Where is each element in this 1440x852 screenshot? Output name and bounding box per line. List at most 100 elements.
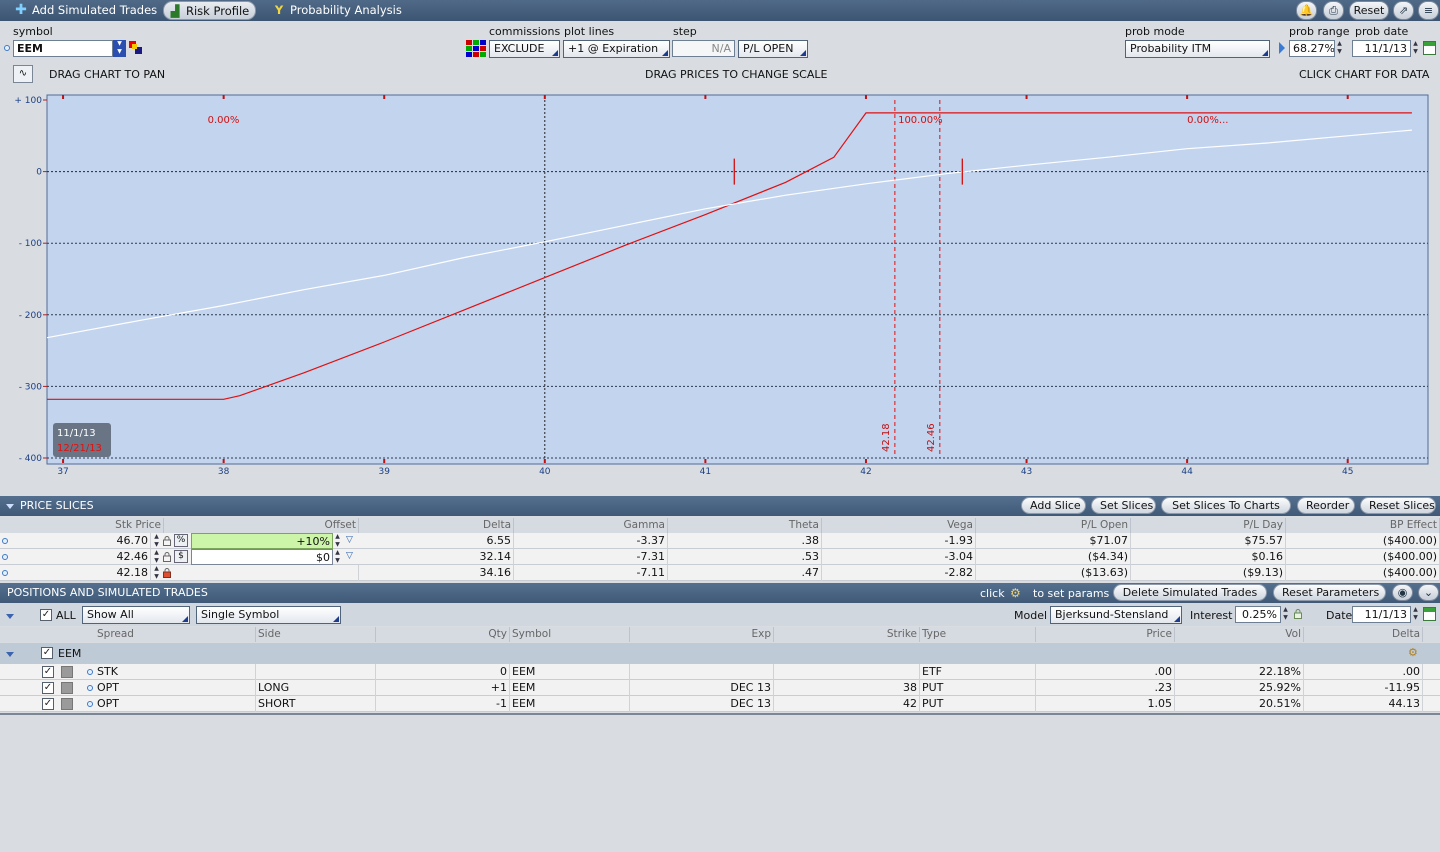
col-qty[interactable]: Qty xyxy=(376,627,510,642)
pos-qty[interactable]: +1 xyxy=(376,680,510,696)
row-checkbox[interactable]: ✓ xyxy=(42,682,54,694)
date-input[interactable]: 11/1/13 xyxy=(1352,606,1411,623)
wrench-icon[interactable]: ⚙ xyxy=(1010,586,1021,600)
col-bp-effect[interactable]: BP Effect xyxy=(1286,518,1440,533)
pos-price[interactable]: 1.05 xyxy=(1036,696,1175,712)
collapse-caret-icon[interactable] xyxy=(6,503,14,509)
pos-qty[interactable]: -1 xyxy=(376,696,510,712)
print-icon[interactable]: ⎙ xyxy=(1323,1,1344,20)
interest-spinner[interactable]: ▲ ▼ xyxy=(1281,606,1290,623)
position-row[interactable]: ✓ OPT LONG +1 EEM DEC 13 38 PUT .23 25.9… xyxy=(0,680,1440,696)
row-color-square[interactable] xyxy=(61,666,73,678)
slice-stk-price[interactable]: 42.46 xyxy=(10,549,151,565)
menu-icon[interactable]: ≡ xyxy=(1418,1,1439,20)
positions-collapse-icon[interactable] xyxy=(6,614,14,619)
col-spread[interactable]: Spread xyxy=(95,627,256,642)
prob-date-spinner[interactable]: ▲ ▼ xyxy=(1411,40,1420,57)
row-link-dot[interactable] xyxy=(87,701,93,707)
chart-type-icon[interactable]: ∿ xyxy=(13,65,33,83)
reset-slices-button[interactable]: Reset Slices xyxy=(1360,497,1436,514)
group-collapse-icon[interactable] xyxy=(6,652,14,657)
symbol-color-icon[interactable] xyxy=(129,41,143,55)
reorder-button[interactable]: Reorder xyxy=(1297,497,1355,514)
interest-input[interactable]: 0.25% xyxy=(1235,606,1281,623)
pos-vol[interactable]: 20.51% xyxy=(1175,696,1304,712)
offset-spinner[interactable]: ▲ ▼ xyxy=(333,549,342,566)
pos-vol[interactable]: 25.92% xyxy=(1175,680,1304,696)
symbol-dropdown-icon[interactable]: ▼ ▼ xyxy=(113,40,126,57)
reset-button[interactable]: Reset xyxy=(1349,1,1389,20)
set-slices-to-charts-button[interactable]: Set Slices To Charts xyxy=(1161,497,1291,514)
prob-range-input[interactable]: 68.27% xyxy=(1289,40,1335,57)
expand-arrow-icon[interactable] xyxy=(1279,42,1285,54)
col-price[interactable]: Price xyxy=(1036,627,1175,642)
col-delta[interactable]: Delta xyxy=(1304,627,1423,642)
pos-price[interactable]: .23 xyxy=(1036,680,1175,696)
symbol-input[interactable]: EEM xyxy=(13,40,113,57)
symbol-filter-dropdown[interactable]: Single Symbol xyxy=(196,606,341,624)
date-spinner[interactable]: ▲ ▼ xyxy=(1411,606,1420,623)
row-link-dot[interactable] xyxy=(87,669,93,675)
col-vega[interactable]: Vega xyxy=(822,518,976,533)
slice-row[interactable]: 42.18 ▲ ▼ 34.16 -7.11 .47 -2.82 ($13.63) … xyxy=(0,565,1440,581)
group-checkbox[interactable]: ✓ xyxy=(41,647,53,659)
row-color-square[interactable] xyxy=(61,698,73,710)
position-row[interactable]: ✓ STK 0 EEM ETF .00 22.18% .00 xyxy=(0,664,1440,680)
alert-bell-icon[interactable]: 🔔 xyxy=(1296,1,1317,20)
row-checkbox[interactable]: ✓ xyxy=(42,666,54,678)
slice-offset-input[interactable]: +10% xyxy=(191,533,333,549)
col-delta[interactable]: Delta xyxy=(359,518,514,533)
row-color-square[interactable] xyxy=(61,682,73,694)
add-slice-button[interactable]: Add Slice xyxy=(1021,497,1086,514)
position-row[interactable]: ✓ OPT SHORT -1 EEM DEC 13 42 PUT 1.05 20… xyxy=(0,696,1440,712)
interest-lock-icon[interactable] xyxy=(1294,609,1302,619)
pin-icon[interactable]: ⇗ xyxy=(1393,1,1414,20)
offset-menu-icon[interactable]: ▽ xyxy=(346,535,353,545)
slice-row[interactable]: 46.70 ▲ ▼ % +10% ▲ ▼ ▽ 6.55 -3.37 .38 -1.9… xyxy=(0,533,1440,549)
col-symbol[interactable]: Symbol xyxy=(510,627,630,642)
row-checkbox[interactable]: ✓ xyxy=(42,698,54,710)
offset-menu-icon[interactable]: ▽ xyxy=(346,551,353,561)
delete-simulated-trades-button[interactable]: Delete Simulated Trades xyxy=(1113,584,1267,601)
stk-spinner[interactable]: ▲ ▼ xyxy=(152,549,161,566)
offset-spinner[interactable]: ▲ ▼ xyxy=(333,533,342,550)
prob-date-input[interactable]: 11/1/13 xyxy=(1352,40,1411,57)
expand-down-icon[interactable]: ⌄ xyxy=(1418,584,1439,601)
group-row[interactable]: ✓ EEM ⚙ xyxy=(0,643,1440,664)
camera-icon[interactable]: ◉ xyxy=(1392,584,1413,601)
date-calendar-icon[interactable] xyxy=(1423,607,1436,621)
all-checkbox[interactable]: ✓ xyxy=(40,609,52,621)
symbol-link-dot[interactable] xyxy=(4,45,10,51)
col-strike[interactable]: Strike xyxy=(774,627,920,642)
show-filter-dropdown[interactable]: Show All xyxy=(82,606,190,624)
stk-spinner[interactable]: ▲ ▼ xyxy=(152,565,161,582)
col-vol[interactable]: Vol xyxy=(1175,627,1304,642)
col-theta[interactable]: Theta xyxy=(668,518,822,533)
unit-toggle[interactable]: $ xyxy=(174,550,188,563)
commissions-dropdown[interactable]: EXCLUDE xyxy=(489,40,560,58)
lock-icon[interactable] xyxy=(163,552,171,562)
pos-qty[interactable]: 0 xyxy=(376,664,510,680)
prob-range-spinner[interactable]: ▲ ▼ xyxy=(1335,40,1344,57)
probability-analysis-tab[interactable]: Y Probability Analysis xyxy=(268,1,408,20)
add-simulated-trades-button[interactable]: ✚ Add Simulated Trades xyxy=(10,1,163,20)
set-slices-button[interactable]: Set Slices xyxy=(1091,497,1156,514)
plot-lines-dropdown[interactable]: +1 @ Expiration xyxy=(563,40,670,58)
col-pl-day[interactable]: P/L Day xyxy=(1131,518,1286,533)
color-grid-icon[interactable] xyxy=(466,40,486,58)
row-link-dot[interactable] xyxy=(2,570,8,576)
col-stk-price[interactable]: Stk Price xyxy=(10,518,164,533)
row-link-dot[interactable] xyxy=(2,538,8,544)
model-dropdown[interactable]: Bjerksund-Stensland xyxy=(1050,606,1182,624)
prob-mode-dropdown[interactable]: Probability ITM xyxy=(1125,40,1270,58)
calendar-icon[interactable] xyxy=(1423,41,1436,55)
risk-profile-chart[interactable]: + 100 0 - 100 - 200 - 300 - 400 37 38 39 40 41 42 4… xyxy=(0,90,1440,490)
slice-stk-price[interactable]: 46.70 xyxy=(10,533,151,549)
slice-row[interactable]: 42.46 ▲ ▼ $ $0 ▲ ▼ ▽ 32.14 -7.31 .53 -3.04… xyxy=(0,549,1440,565)
slice-stk-price[interactable]: 42.18 xyxy=(10,565,151,581)
pos-price[interactable]: .00 xyxy=(1036,664,1175,680)
slice-offset-input[interactable]: $0 xyxy=(191,549,333,565)
unit-toggle[interactable]: % xyxy=(174,534,188,547)
reset-parameters-button[interactable]: Reset Parameters xyxy=(1273,584,1386,601)
col-pl-open[interactable]: P/L Open xyxy=(976,518,1131,533)
